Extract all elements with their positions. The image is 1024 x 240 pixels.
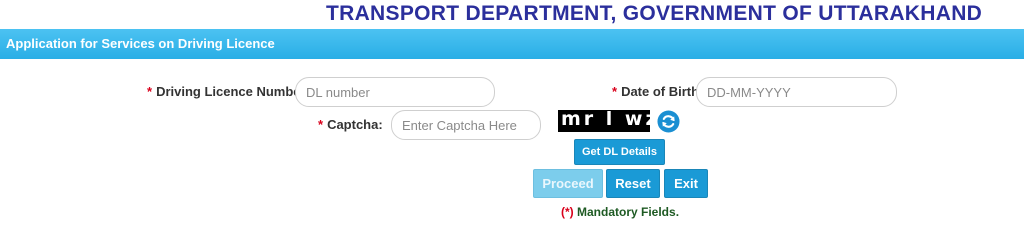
exit-button[interactable]: Exit	[664, 169, 708, 198]
required-marker: *	[147, 84, 153, 99]
department-title: TRANSPORT DEPARTMENT, GOVERNMENT OF UTTA…	[326, 2, 983, 25]
section-title: Application for Services on Driving Lice…	[6, 36, 275, 51]
required-marker: *	[612, 84, 618, 99]
captcha-input[interactable]	[391, 110, 541, 140]
mandatory-fields-note: (*) Mandatory Fields.	[561, 205, 679, 219]
dob-input[interactable]	[696, 77, 897, 107]
proceed-button[interactable]: Proceed	[533, 169, 603, 198]
refresh-icon[interactable]	[657, 110, 680, 133]
mandatory-marker: (*)	[561, 205, 574, 219]
dl-number-label-text: Driving Licence Number	[156, 84, 306, 99]
captcha-label-text: Captcha:	[327, 117, 383, 132]
page: TRANSPORT DEPARTMENT, GOVERNMENT OF UTTA…	[0, 0, 1024, 229]
get-dl-details-button[interactable]: Get DL Details	[574, 139, 665, 165]
captcha-image: mr l wz x	[558, 110, 650, 132]
section-header-bar: Application for Services on Driving Lice…	[0, 29, 1024, 59]
captcha-label: * Captcha:	[318, 117, 383, 132]
reset-button[interactable]: Reset	[606, 169, 660, 198]
required-marker: *	[318, 117, 324, 132]
mandatory-note-text: Mandatory Fields.	[573, 205, 680, 219]
dob-label: * Date of Birth	[612, 84, 699, 99]
dl-number-label: * Driving Licence Number	[147, 84, 306, 99]
captcha-image-text: mr l wz x	[561, 110, 650, 130]
dl-number-input[interactable]	[295, 77, 495, 107]
dob-label-text: Date of Birth	[621, 84, 700, 99]
